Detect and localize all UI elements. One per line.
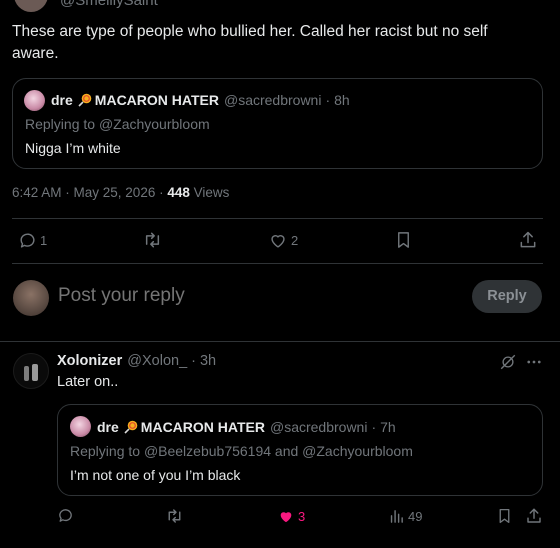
quote2-author-name-suffix: MACARON HATER [140,419,265,435]
reply-icon [57,507,74,524]
replying-to-handle[interactable]: @Zachyourbloom [99,116,210,132]
reply2-views-count: 49 [408,509,423,524]
my-avatar[interactable] [13,280,49,316]
quote-author-avatar [24,90,45,111]
reply-author-handle[interactable]: @Xolon_ [127,353,187,369]
views-label: Views [193,185,230,200]
quote-time: 8h [334,92,350,108]
quoted-tweet[interactable]: dre MACARON HATER @sacredbrowni · 8h Rep… [12,78,543,169]
share-icon [525,507,543,525]
replying-to-handle-2[interactable]: @Zachyourbloom [302,443,413,459]
quote2-text: I’m not one of you I’m black [70,467,241,483]
grok-icon [499,353,517,371]
grok-button[interactable] [499,353,517,371]
bookmark-icon [496,507,513,525]
reply2-share-button[interactable] [525,507,543,525]
replying-to-label: Replying to [25,116,96,132]
reply-input[interactable] [58,282,418,310]
tweet-timestamp[interactable]: 6:42 AM · May 25, 2026 [12,185,155,200]
retweet-button[interactable] [142,230,163,250]
lollipop-emoji [124,420,138,434]
bookmark-icon [394,230,413,250]
reply-author-avatar[interactable] [13,353,49,389]
share-button[interactable] [518,230,538,250]
reply-button[interactable]: Reply [472,280,542,313]
reply-text: Later on.. [57,374,119,390]
share-icon [518,230,538,250]
quote-text: Nigga I’m white [25,140,121,156]
heart-icon [268,231,288,250]
bookmark-button[interactable] [394,230,413,250]
quote2-author-name: dre [97,419,119,435]
reply2-like-count: 3 [298,509,306,524]
quote2-author-avatar [70,416,91,437]
top-author-avatar[interactable] [14,0,48,12]
quote-author-name-suffix: MACARON HATER [94,92,219,108]
quote2-time: 7h [380,419,396,435]
quote-author-name: dre [51,92,73,108]
lollipop-emoji [78,93,92,107]
more-icon [525,353,543,371]
more-button[interactable] [525,353,543,371]
views-icon [388,508,405,525]
reply-time[interactable]: 3h [200,353,216,369]
views-count: 448 [167,185,190,200]
reply-action[interactable]: 1 [18,231,47,250]
reply-count: 1 [40,233,48,248]
top-author-handle[interactable]: @SmelllySaint [60,0,158,9]
tweet-text: These are type of people who bullied her… [12,23,488,62]
reply2-retweet-button[interactable] [165,507,184,525]
reply2-reply-button[interactable] [57,507,74,524]
reply-quoted-tweet[interactable]: dre MACARON HATER @sacredbrowni · 7h Rep… [57,404,543,496]
quote2-author-handle: @sacredbrowni [269,419,368,435]
quote-author-handle: @sacredbrowni [223,92,322,108]
reply-icon [18,231,37,250]
like-count: 2 [291,233,299,248]
replying-to-handle-1[interactable]: @Beelzebub756194 [144,443,271,459]
reply-author-name[interactable]: Xolonizer [57,353,122,369]
replying-to-and: and [274,443,299,459]
reply2-views-action[interactable]: 49 [388,508,422,525]
retweet-icon [142,230,163,250]
retweet-icon [165,507,184,525]
heart-icon [277,508,295,525]
reply2-bookmark-button[interactable] [496,507,513,525]
replying-to-label: Replying to [70,443,141,459]
reply2-like-action[interactable]: 3 [277,508,305,525]
like-action[interactable]: 2 [268,231,298,250]
